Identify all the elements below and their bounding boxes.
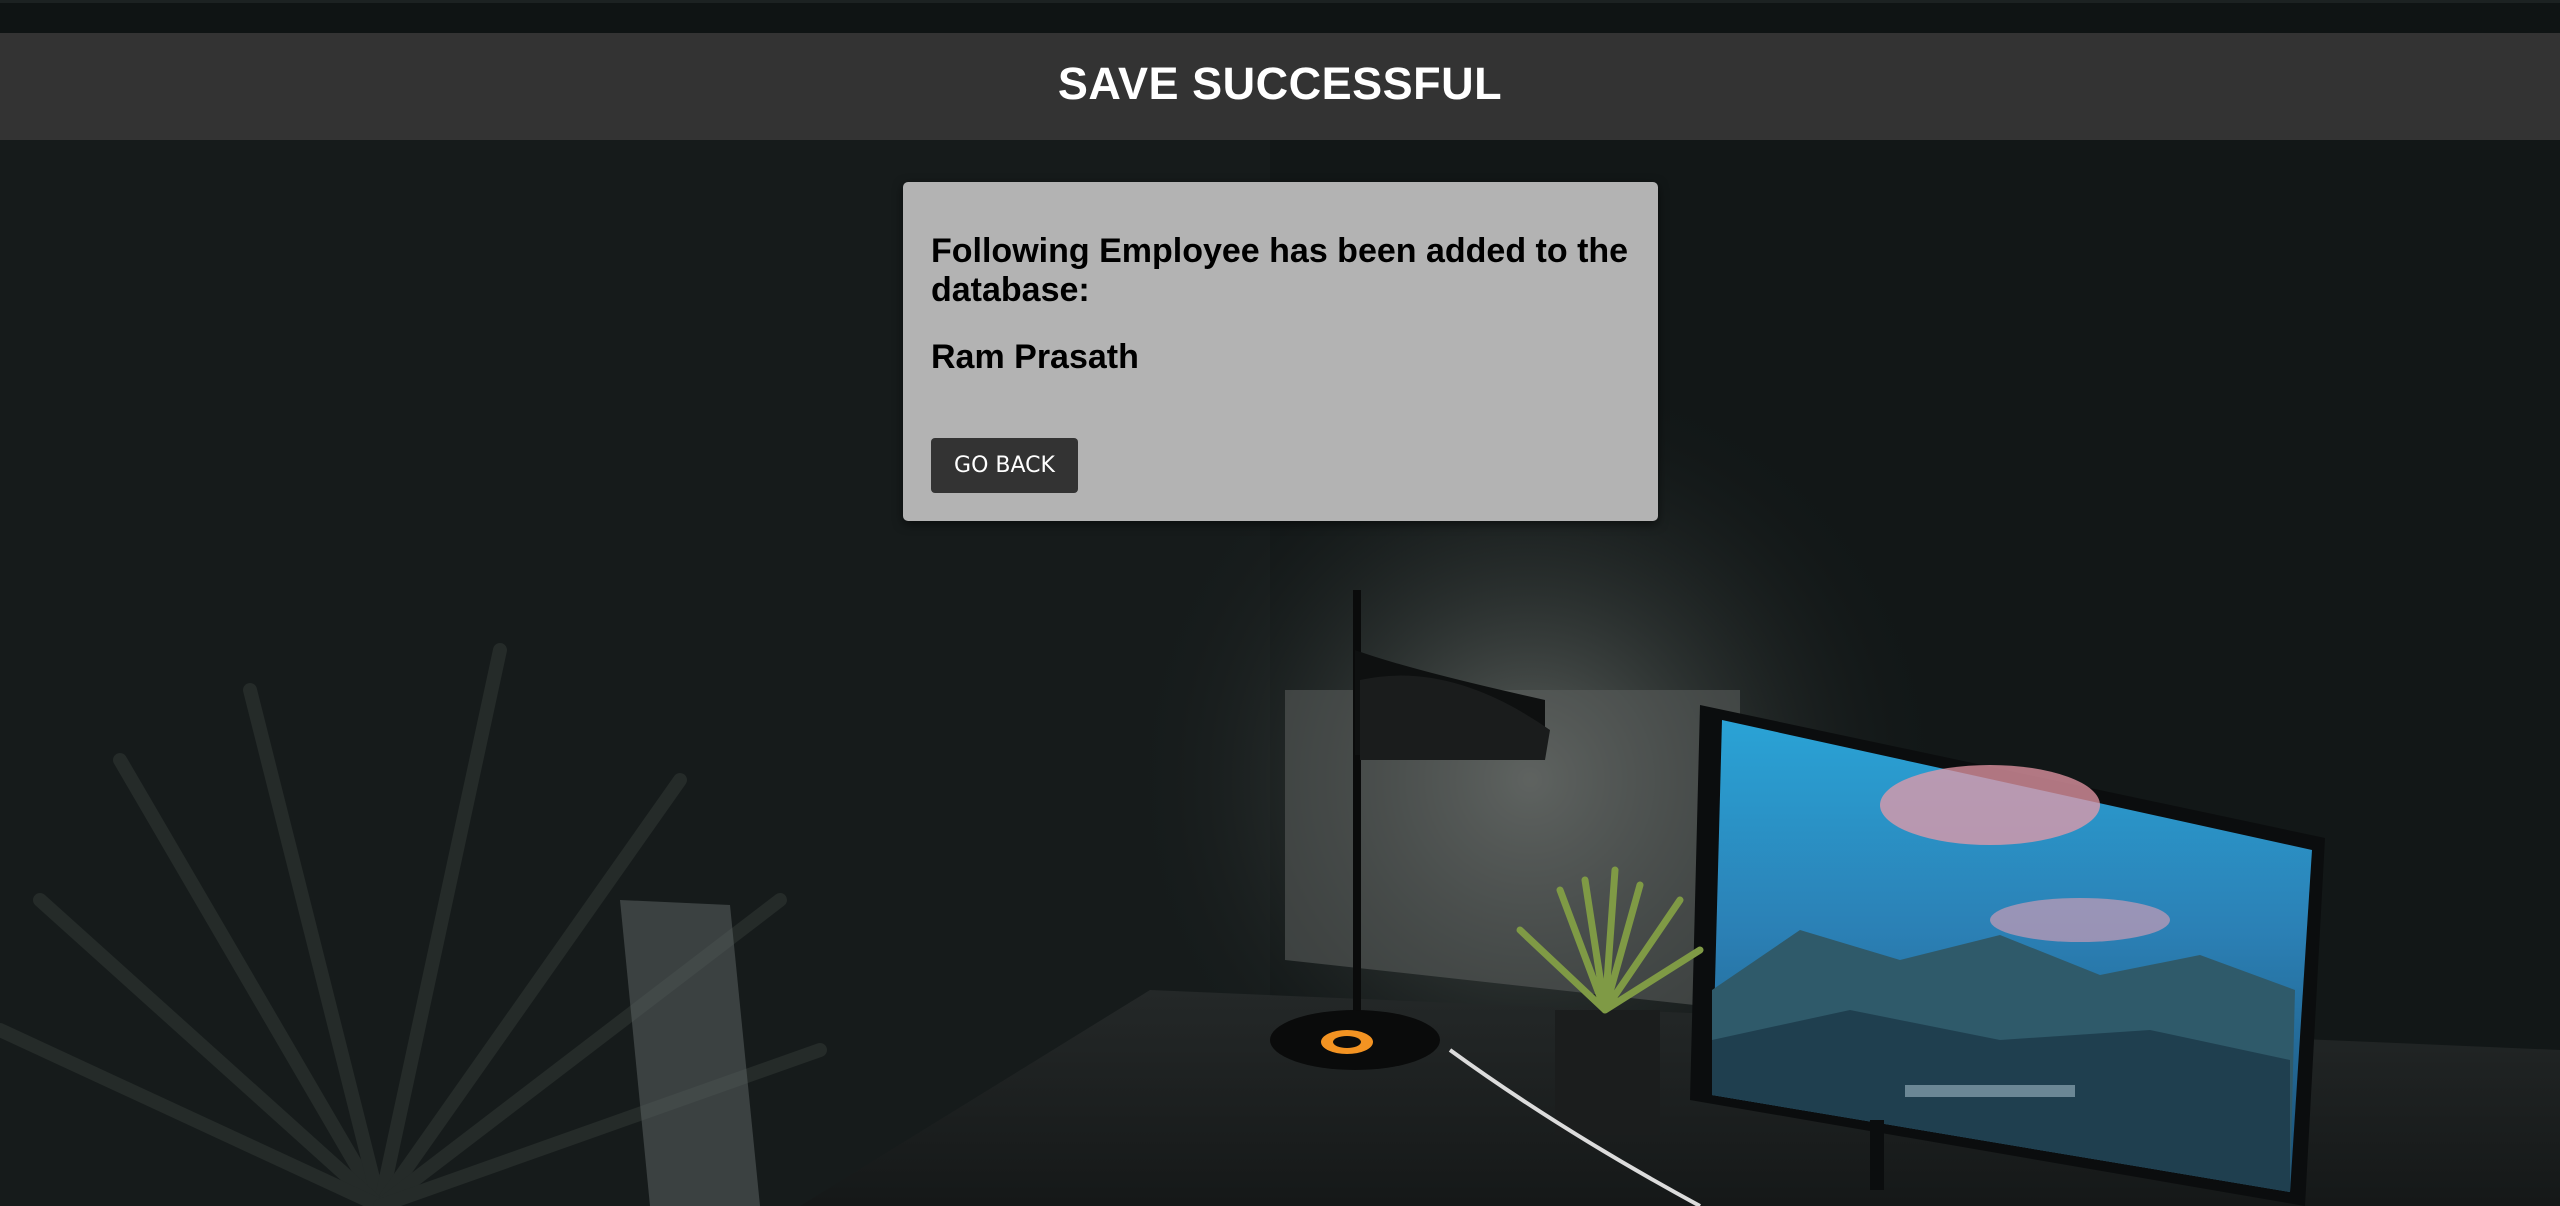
go-back-button[interactable]: GO BACK — [931, 438, 1078, 493]
top-strip — [0, 0, 2560, 33]
success-message: Following Employee has been added to the… — [931, 232, 1629, 309]
page-title: SAVE SUCCESSFUL — [1057, 58, 1503, 109]
page: SAVE SUCCESSFUL Following Employee has b… — [0, 0, 2560, 1206]
header-bar: SAVE SUCCESSFUL — [0, 33, 2560, 140]
employee-name: Ram Prasath — [931, 338, 1139, 376]
background-photo — [0, 0, 2560, 1206]
success-card: Following Employee has been added to the… — [903, 182, 1658, 521]
